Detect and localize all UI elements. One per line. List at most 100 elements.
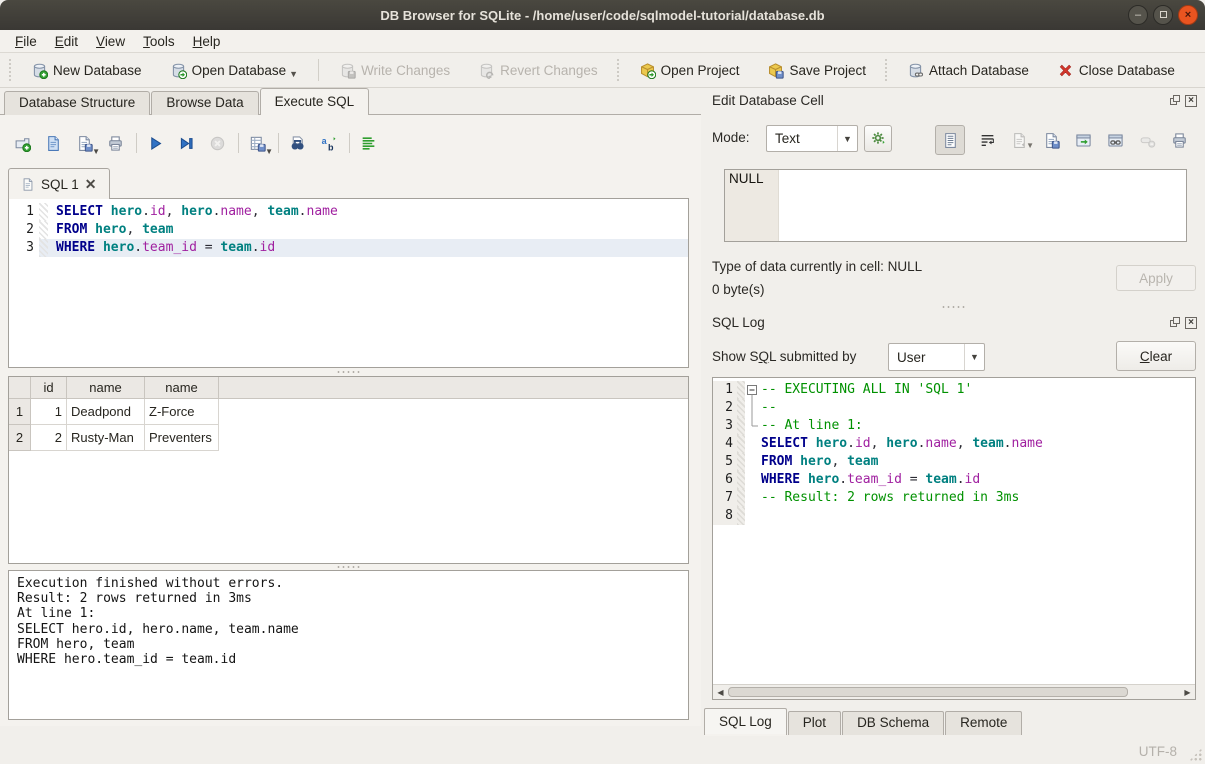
close-database-button[interactable]: Close Database [1049, 58, 1183, 83]
cell-team-name[interactable]: Z-Force [145, 399, 219, 425]
print-doc-icon [1171, 132, 1188, 149]
open-url-button[interactable] [1105, 130, 1125, 150]
dock-tab-remote[interactable]: Remote [945, 711, 1022, 735]
print-sql-button[interactable] [103, 131, 127, 155]
fold-margin [737, 435, 745, 453]
open-database-button[interactable]: Open Database▼ [162, 58, 307, 83]
window-controls: – × [1128, 5, 1198, 25]
close-sql-tab-icon[interactable]: ✕ [85, 176, 97, 193]
cell-value-editor[interactable]: NULL [724, 169, 1187, 242]
dropdown-caret-icon[interactable]: ▼ [265, 147, 273, 156]
column-header[interactable]: id [31, 377, 67, 399]
open-in-external-button[interactable] [1073, 130, 1093, 150]
close-panel-icon[interactable]: × [1185, 317, 1197, 329]
tab-database-structure[interactable]: Database Structure [4, 91, 150, 115]
dock-tab-db-schema[interactable]: DB Schema [842, 711, 944, 735]
menu-edit[interactable]: Edit [46, 32, 87, 51]
results-grid: idnamename11DeadpondZ-Force22Rusty-ManPr… [8, 376, 689, 564]
execute-current-line-button[interactable] [174, 131, 198, 155]
dock-splitter[interactable] [712, 303, 1196, 311]
cell-team-name[interactable]: Preventers [145, 425, 219, 451]
close-button[interactable]: × [1178, 5, 1198, 25]
mode-select[interactable]: Text ▼ [766, 125, 858, 152]
corner-header[interactable] [9, 377, 31, 399]
code-text: FROM hero, team [48, 221, 688, 239]
scrollbar-thumb[interactable] [728, 687, 1128, 697]
header-filler [219, 377, 688, 399]
log-line: 4SELECT hero.id, hero.name, team.name [713, 435, 1195, 453]
menu-view[interactable]: View [87, 32, 134, 51]
save-project-button[interactable]: Save Project [759, 58, 874, 83]
dock-tab-sql-log[interactable]: SQL Log [704, 708, 787, 735]
maximize-button[interactable] [1153, 5, 1173, 25]
float-panel-icon[interactable] [1169, 95, 1181, 107]
close-panel-icon[interactable]: × [1185, 95, 1197, 107]
tab-browse-data[interactable]: Browse Data [151, 91, 258, 115]
fold-margin [737, 507, 745, 525]
row-filler [219, 399, 688, 425]
encoding-indicator[interactable]: UTF-8 [1139, 744, 1177, 759]
auto-format-button[interactable] [356, 131, 380, 155]
main-tab-bar: Database StructureBrowse DataExecute SQL [4, 88, 370, 115]
log-horizontal-scrollbar[interactable]: ◀ ▶ [713, 684, 1195, 699]
line-number: 1 [713, 381, 737, 399]
log-filter-select[interactable]: User ▼ [888, 343, 985, 371]
cell-size-info: 0 byte(s) [712, 282, 765, 297]
sql-log-dock-buttons: × [1169, 317, 1197, 329]
cell-id[interactable]: 1 [31, 399, 67, 425]
column-header[interactable]: name [145, 377, 219, 399]
row-header[interactable]: 2 [9, 425, 31, 451]
db-write-icon [339, 62, 356, 79]
export-results-button[interactable]: ▼ [245, 131, 269, 155]
minimize-button[interactable]: – [1128, 5, 1148, 25]
sql-log-view[interactable]: 1-- EXECUTING ALL IN 'SQL 1'2--3-- At li… [712, 377, 1196, 700]
toolbar-drag-handle[interactable] [616, 58, 621, 82]
row-header[interactable]: 1 [9, 399, 31, 425]
save-sql-file-button[interactable]: ▼ [72, 131, 96, 155]
toolbar-drag-handle[interactable] [884, 58, 889, 82]
open-sql-file-button[interactable] [41, 131, 65, 155]
find-button[interactable] [285, 131, 309, 155]
float-panel-icon[interactable] [1169, 317, 1181, 329]
sql-editor-toolbar: ▼▼ab [10, 130, 387, 156]
sql-editor[interactable]: 1SELECT hero.id, hero.name, team.name2FR… [8, 198, 689, 368]
menu-file[interactable]: File [6, 32, 46, 51]
word-wrap-button[interactable] [977, 130, 997, 150]
execute-all-button[interactable] [143, 131, 167, 155]
editor-results-splitter[interactable] [8, 368, 689, 376]
menu-help[interactable]: Help [184, 32, 230, 51]
sql-tab[interactable]: SQL 1 ✕ [8, 168, 110, 199]
stop-icon [209, 135, 226, 152]
tab-execute-sql[interactable]: Execute SQL [260, 88, 370, 115]
clear-log-button[interactable]: Clear [1116, 341, 1196, 371]
splitter-grip [336, 370, 362, 374]
title-bar[interactable]: DB Browser for SQLite - /home/user/code/… [0, 0, 1205, 30]
window-title: DB Browser for SQLite - /home/user/code/… [380, 8, 824, 23]
cell-hero-name[interactable]: Deadpond [67, 399, 145, 425]
dropdown-caret-icon[interactable]: ▼ [92, 147, 100, 156]
cell-hero-name[interactable]: Rusty-Man [67, 425, 145, 451]
print-cell-button[interactable] [1169, 130, 1189, 150]
attach-database-button[interactable]: Attach Database [899, 58, 1037, 83]
menu-tools[interactable]: Tools [134, 32, 184, 51]
resize-grip[interactable] [1189, 748, 1202, 761]
fold-margin [39, 203, 48, 221]
fold-marker-icon[interactable] [745, 381, 759, 399]
scroll-right-icon[interactable]: ▶ [1180, 685, 1195, 699]
open-project-button[interactable]: Open Project [631, 58, 748, 83]
toolbar-drag-handle[interactable] [8, 58, 13, 82]
export-data-button[interactable] [1041, 130, 1061, 150]
text-mode-button[interactable] [935, 125, 965, 155]
cell-id[interactable]: 2 [31, 425, 67, 451]
dock-tab-plot[interactable]: Plot [788, 711, 841, 735]
auto-switch-mode-button[interactable] [864, 125, 892, 152]
new-sql-tab-button[interactable] [10, 131, 34, 155]
new-database-button[interactable]: New Database [23, 58, 150, 83]
menu-bar: FileEditViewToolsHelp [0, 30, 1205, 53]
find-replace-button[interactable]: ab [316, 131, 340, 155]
execution-message-panel[interactable]: Execution finished without errors. Resul… [8, 570, 689, 720]
line-number: 8 [713, 507, 737, 525]
column-header[interactable]: name [67, 377, 145, 399]
dropdown-caret-icon[interactable]: ▼ [289, 69, 298, 79]
scroll-left-icon[interactable]: ◀ [713, 685, 728, 699]
